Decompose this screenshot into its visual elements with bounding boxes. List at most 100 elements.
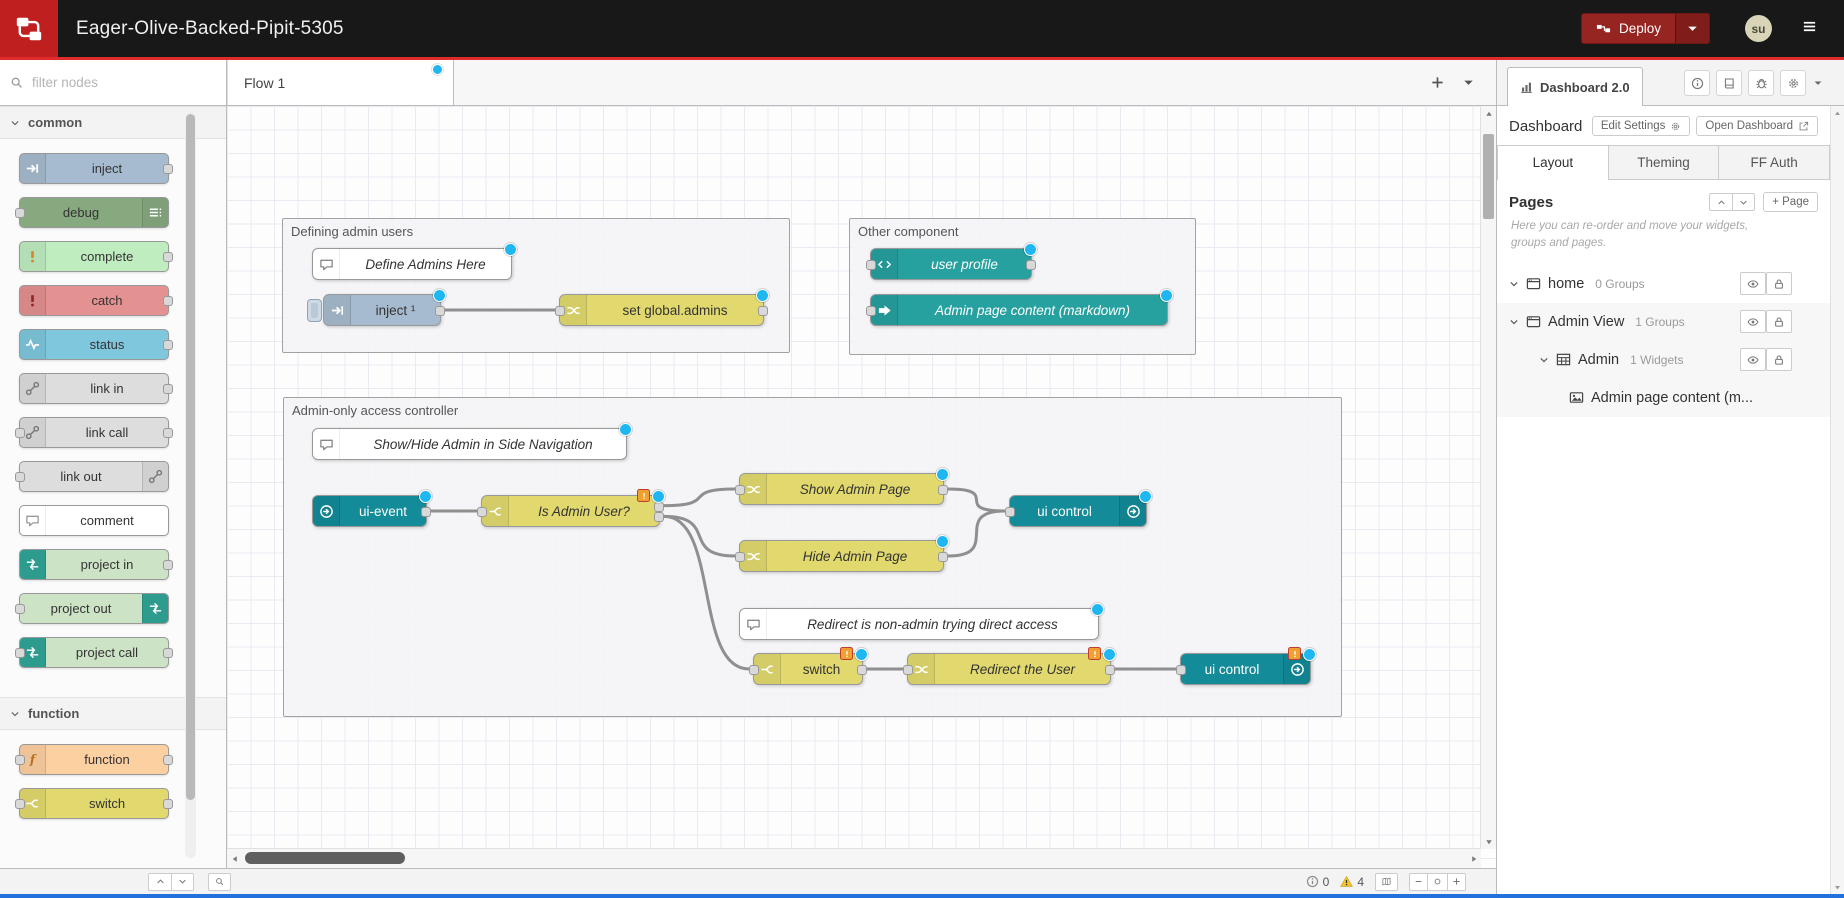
navigator-button[interactable] [1375,873,1398,891]
palette-node-function[interactable]: ffunction [19,744,169,775]
node-show-admin-page[interactable]: Show Admin Page [739,473,944,505]
scroll-up-arrow[interactable] [1831,106,1844,120]
palette-node-comment[interactable]: comment [19,505,169,536]
search-flows-button[interactable] [208,873,231,891]
visibility-toggle-button[interactable] [1740,348,1766,371]
node-is-admin-user[interactable]: Is Admin User? [481,495,660,527]
node-port-in[interactable] [1005,507,1015,517]
node-port-in[interactable] [555,306,565,316]
node-ui-event[interactable]: ui-event [312,495,427,527]
lock-toggle-button[interactable] [1766,272,1792,295]
node-admin-page-content-markdown[interactable]: Admin page content (markdown) [870,294,1168,326]
palette-node-debug[interactable]: debug [19,197,169,228]
page-move-up-button[interactable] [1709,193,1732,211]
node-port-out[interactable] [1105,665,1115,675]
palette-node-project-in[interactable]: project in [19,549,169,580]
tree-item-admin[interactable]: Admin1 Widgets [1497,341,1830,379]
deploy-options-button[interactable] [1675,14,1709,43]
main-menu-button[interactable] [1802,19,1817,39]
scroll-up-arrow[interactable] [1481,106,1496,121]
node-port-out[interactable] [1026,260,1036,270]
tree-item-admin-view[interactable]: Admin View1 Groups [1497,303,1830,341]
node-set-global-admins[interactable]: set global.admins [559,294,764,326]
palette-collapse-all-button[interactable] [148,873,171,891]
scroll-down-arrow[interactable] [1831,880,1844,894]
add-flow-button[interactable] [1430,75,1445,90]
node-port-in[interactable] [903,665,913,675]
scroll-thumb[interactable] [1483,134,1494,219]
node-port-out[interactable] [654,502,664,512]
zoom-in-button[interactable] [1447,873,1466,891]
subtab-ff-auth[interactable]: FF Auth [1718,145,1830,179]
node-user-profile[interactable]: user profile [870,248,1032,280]
node-port-in[interactable] [866,260,876,270]
node-redirect-is-non-admin-trying-direct-access[interactable]: Redirect is non-admin trying direct acce… [739,608,1099,640]
palette-scrollbar[interactable] [185,112,196,858]
node-port-out[interactable] [938,552,948,562]
palette-node-project-out[interactable]: project out [19,593,169,624]
zoom-out-button[interactable] [1409,873,1428,891]
tab-flow-1[interactable]: Flow 1 [227,60,454,105]
node-port-out[interactable] [421,507,431,517]
node-redirect-the-user[interactable]: Redirect the User [907,653,1111,685]
node-define-admins-here[interactable]: Define Admins Here [312,248,512,280]
chevron-down-icon[interactable] [1539,355,1549,365]
tab-info-button[interactable] [1684,70,1710,96]
node-port-out[interactable] [938,485,948,495]
sidebar-scrollbar[interactable] [1830,106,1844,894]
node-port-in[interactable] [749,665,759,675]
tree-item-admin-page-content-m[interactable]: Admin page content (m... [1497,379,1830,417]
warnings-indicator[interactable]: 4 [1340,875,1364,889]
tab-help-button[interactable] [1716,70,1742,96]
palette-node-link-call[interactable]: link call [19,417,169,448]
node-port-out[interactable] [857,665,867,675]
scroll-left-arrow[interactable] [227,849,242,868]
canvas-horizontal-scrollbar[interactable] [227,848,1481,868]
node-hide-admin-page[interactable]: Hide Admin Page [739,540,944,572]
palette-node-switch[interactable]: switch [19,788,169,819]
add-page-button[interactable]: + Page [1763,192,1818,212]
node-ui-control[interactable]: ui control [1009,495,1147,527]
palette-node-status[interactable]: status [19,329,169,360]
flow-list-button[interactable] [1461,75,1476,90]
palette-node-complete[interactable]: complete [19,241,169,272]
node-switch[interactable]: switch [753,653,863,685]
user-avatar[interactable]: su [1745,15,1772,42]
canvas-vertical-scrollbar[interactable] [1480,106,1496,849]
subtab-layout[interactable]: Layout [1497,145,1608,180]
scroll-down-arrow[interactable] [1481,834,1496,849]
palette-node-link-out[interactable]: link out [19,461,169,492]
page-move-down-button[interactable] [1732,193,1755,211]
tab-config-button[interactable] [1780,70,1806,96]
palette-node-link-in[interactable]: link in [19,373,169,404]
palette-node-catch[interactable]: catch [19,285,169,316]
node-port-in[interactable] [735,552,745,562]
node-port-in[interactable] [866,306,876,316]
visibility-toggle-button[interactable] [1740,272,1766,295]
lock-toggle-button[interactable] [1766,310,1792,333]
edit-settings-button[interactable]: Edit Settings [1592,116,1691,136]
node-port-out[interactable] [654,512,664,522]
node-red-logo[interactable] [0,0,58,57]
visibility-toggle-button[interactable] [1740,310,1766,333]
flow-canvas[interactable]: Defining admin usersOther componentAdmin… [227,106,1496,868]
palette-node-inject[interactable]: inject [19,153,169,184]
node-port-in[interactable] [735,485,745,495]
open-dashboard-button[interactable]: Open Dashboard [1696,116,1818,136]
chevron-down-icon[interactable] [1509,279,1519,289]
chevron-down-icon[interactable] [1509,317,1519,327]
zoom-reset-button[interactable] [1428,873,1447,891]
node-show-hide-admin-in-side-navigation[interactable]: Show/Hide Admin in Side Navigation [312,428,627,460]
node-port-in[interactable] [1176,665,1186,675]
tree-item-home[interactable]: home0 Groups [1497,265,1830,303]
tab-dashboard-2-0[interactable]: Dashboard 2.0 [1507,67,1643,106]
subtab-theming[interactable]: Theming [1608,145,1719,179]
sidebar-menu-button[interactable] [1812,77,1824,89]
node-ui-control[interactable]: ui control [1180,653,1311,685]
scroll-right-arrow[interactable] [1466,849,1481,868]
palette-expand-all-button[interactable] [171,873,194,891]
inject-trigger-button[interactable] [307,299,322,322]
tab-debug-button[interactable] [1748,70,1774,96]
palette-search-input[interactable] [30,74,194,91]
node-port-out[interactable] [758,306,768,316]
